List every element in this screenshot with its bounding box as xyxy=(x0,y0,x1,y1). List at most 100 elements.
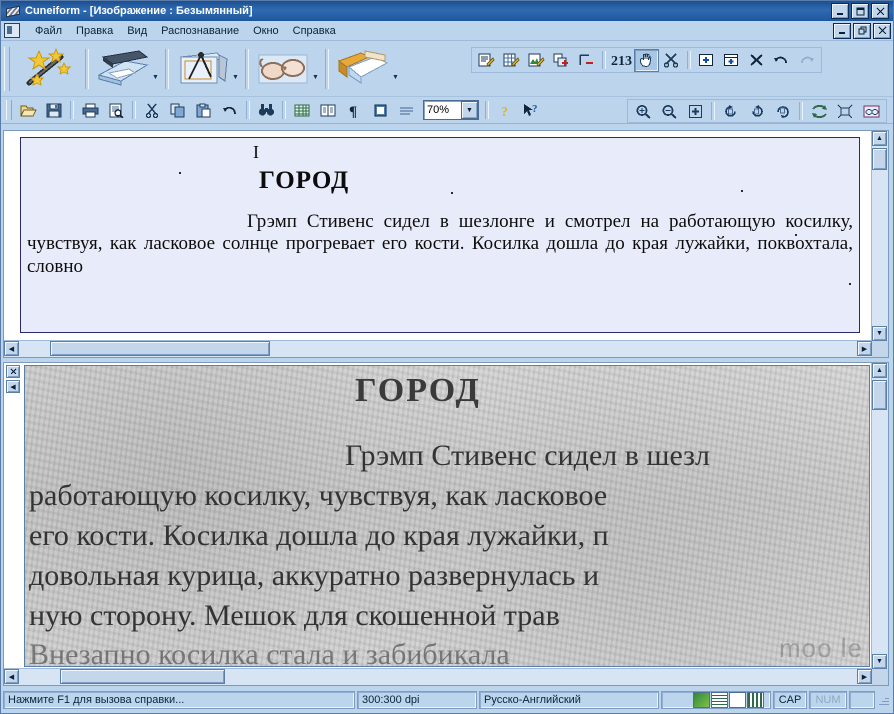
open-button[interactable] xyxy=(15,98,41,122)
print-button[interactable] xyxy=(77,98,103,122)
block-image-button[interactable] xyxy=(524,49,549,72)
binoculars-icon xyxy=(258,103,274,116)
magnifier-plus-icon xyxy=(636,104,651,119)
vertical-scroll-thumb[interactable] xyxy=(872,148,887,170)
image-scroll-left-arrow[interactable]: ◀ xyxy=(4,669,19,684)
block-order-button[interactable]: 213 xyxy=(609,49,634,72)
layout-dropdown-arrow[interactable]: ▼ xyxy=(232,74,239,81)
mdi-minimize-button[interactable] xyxy=(833,22,851,39)
cut-button[interactable] xyxy=(139,98,165,122)
status-table-icon[interactable] xyxy=(711,692,728,708)
export-button[interactable]: ▼ xyxy=(333,44,401,94)
document-icon[interactable] xyxy=(4,23,20,38)
close-button[interactable] xyxy=(871,3,889,19)
menu-help[interactable]: Справка xyxy=(286,23,343,39)
lines-icon xyxy=(399,106,413,115)
rotate-right-button[interactable] xyxy=(718,99,744,123)
horizontal-scroll-thumb[interactable] xyxy=(50,341,270,356)
find-button[interactable] xyxy=(253,98,279,122)
rotate-180-button[interactable] xyxy=(770,99,796,123)
image-scroll-left-button[interactable]: ◀ xyxy=(6,380,20,393)
scroll-down-button[interactable]: ▼ xyxy=(872,326,887,341)
pilcrow-icon: ¶ xyxy=(349,104,357,118)
menu-file[interactable]: Файл xyxy=(28,23,69,39)
toolbar-grip[interactable] xyxy=(4,46,10,91)
export-dropdown-arrow[interactable]: ▼ xyxy=(392,74,399,81)
zoom-combo[interactable]: 70% ▼ xyxy=(423,100,479,120)
pan-button[interactable] xyxy=(634,48,659,72)
mdi-close-button[interactable] xyxy=(873,22,891,39)
recognized-text-pane[interactable]: I ГОРОД Грэмп Стивенс сидел в шезлонге и… xyxy=(3,130,889,358)
status-text-icon[interactable] xyxy=(729,692,746,708)
scissors-icon xyxy=(145,103,158,118)
status-image-icon[interactable] xyxy=(693,692,710,708)
scanned-image-pane[interactable]: ◀ ГОРОД Грэмп Стивенс сидел в шезл работ… xyxy=(3,362,889,686)
menu-window[interactable]: Окно xyxy=(246,23,286,39)
undo-block-button[interactable] xyxy=(769,49,794,72)
recognize-button[interactable]: ▼ xyxy=(253,44,321,94)
block-text-icon xyxy=(478,53,495,67)
text-horizontal-scrollbar[interactable]: ◀ ▶ xyxy=(4,340,872,357)
undo-arrow-icon xyxy=(774,56,787,64)
scan-dropdown-arrow[interactable]: ▼ xyxy=(152,74,159,81)
rotate-cw-icon xyxy=(725,104,736,117)
page-layout-button[interactable] xyxy=(367,98,393,122)
magic-wand-button[interactable] xyxy=(13,44,81,94)
image-vertical-scrollbar[interactable]: ▲ ▼ xyxy=(871,363,888,669)
window-resize-grip[interactable] xyxy=(877,692,891,708)
fit-page-button[interactable] xyxy=(682,99,708,123)
table-button[interactable] xyxy=(289,98,315,122)
columns-button[interactable] xyxy=(315,98,341,122)
menu-bar: Файл Правка Вид Распознавание Окно Справ… xyxy=(1,21,893,41)
undo-button[interactable] xyxy=(217,98,243,122)
chevron-down-icon[interactable]: ▼ xyxy=(461,101,478,119)
deskew-button[interactable] xyxy=(832,99,858,123)
layout-button[interactable]: ▼ xyxy=(173,44,241,94)
redo-block-button[interactable] xyxy=(794,49,819,72)
copy-button[interactable] xyxy=(165,98,191,122)
zoom-out-button[interactable] xyxy=(656,99,682,123)
invert-button[interactable] xyxy=(806,99,832,123)
help-button[interactable]: ? xyxy=(492,98,518,122)
recognize-dropdown-arrow[interactable]: ▼ xyxy=(312,74,319,81)
scan-button[interactable]: ▼ xyxy=(93,44,161,94)
block-table-button[interactable] xyxy=(499,49,524,72)
scroll-right-button[interactable]: ▶ xyxy=(857,341,872,356)
block-add-button[interactable] xyxy=(549,49,574,72)
mdi-restore-button[interactable] xyxy=(853,22,871,39)
block-remove-button[interactable] xyxy=(574,49,599,72)
print-preview-button[interactable] xyxy=(103,98,129,122)
status-icons xyxy=(661,691,771,709)
image-scroll-down-button[interactable]: ▼ xyxy=(872,654,887,669)
minimize-button[interactable] xyxy=(831,3,849,19)
image-vertical-scroll-thumb[interactable] xyxy=(872,380,887,410)
frame-insert-button[interactable] xyxy=(719,49,744,72)
delete-button[interactable] xyxy=(744,49,769,72)
save-button[interactable] xyxy=(41,98,67,122)
scroll-up-button[interactable]: ▲ xyxy=(872,131,887,146)
image-horizontal-scroll-thumb[interactable] xyxy=(60,669,225,684)
menu-edit[interactable]: Правка xyxy=(69,23,120,39)
rotate-left-button[interactable] xyxy=(744,99,770,123)
num-lock-indicator: NUM xyxy=(815,694,841,706)
context-help-button[interactable]: ? xyxy=(518,98,544,122)
zoom-in-button[interactable] xyxy=(630,99,656,123)
menu-recognition[interactable]: Распознавание xyxy=(154,23,246,39)
paragraph-button[interactable]: ¶ xyxy=(341,98,367,122)
block-text-button[interactable] xyxy=(474,49,499,72)
image-horizontal-scrollbar[interactable]: ◀ ▶ xyxy=(4,668,872,685)
text-vertical-scrollbar[interactable]: ▲ ▼ xyxy=(871,131,888,341)
paste-button[interactable] xyxy=(191,98,217,122)
image-scroll-right-arrow[interactable]: ▶ xyxy=(857,669,872,684)
scroll-left-button[interactable]: ◀ xyxy=(4,341,19,356)
standard-toolbar-grip[interactable] xyxy=(6,100,12,120)
menu-view[interactable]: Вид xyxy=(120,23,154,39)
image-scroll-up-button[interactable]: ▲ xyxy=(872,363,887,378)
maximize-button[interactable] xyxy=(851,3,869,19)
view-mode-button[interactable] xyxy=(858,99,884,123)
cut-block-button[interactable] xyxy=(659,49,684,72)
lines-button[interactable] xyxy=(393,98,419,122)
status-columns-icon[interactable] xyxy=(747,692,764,708)
frame-add-button[interactable] xyxy=(694,49,719,72)
close-image-button[interactable] xyxy=(6,365,20,378)
